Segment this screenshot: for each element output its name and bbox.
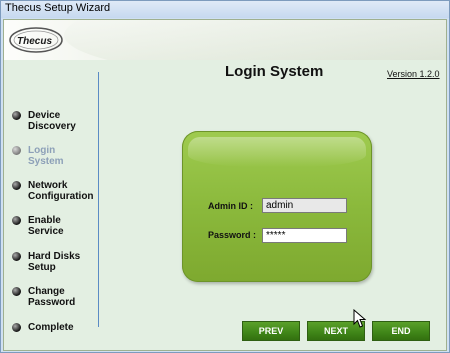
sidebar-item-label: Hard Disks Setup	[28, 251, 80, 273]
bullet-icon	[12, 146, 21, 155]
mouse-pointer-icon	[353, 309, 367, 328]
label-line-2: System	[28, 156, 64, 167]
bullet-icon	[12, 181, 21, 190]
label-line-2: Service	[28, 226, 64, 237]
password-label: Password :	[208, 230, 257, 240]
label-line-2: Password	[28, 297, 76, 308]
label-line-2: Setup	[28, 262, 56, 273]
version-link[interactable]: Version 1.2.0	[387, 69, 440, 79]
logo-text: Thecus	[17, 36, 53, 47]
sidebar-item-label: Change Password	[28, 286, 75, 308]
end-button[interactable]: END	[372, 321, 430, 341]
header-banner: Thecus	[4, 20, 446, 60]
label-line-1: Enable	[28, 215, 61, 226]
wizard-frame: Thecus Device Discovery Login System Net…	[3, 19, 447, 351]
label-line-1: Change	[28, 286, 65, 297]
sidebar-divider	[98, 72, 99, 327]
sidebar-item-label: Complete	[28, 322, 74, 333]
sidebar-item-label: Enable Service	[28, 215, 64, 237]
label-line-1: Login	[28, 145, 56, 156]
sidebar-item-label: Device Discovery	[28, 110, 76, 132]
prev-button[interactable]: PREV	[242, 321, 300, 341]
sidebar: Device Discovery Login System Network Co…	[4, 60, 99, 350]
label-line-1: Complete	[28, 322, 74, 333]
page-title: Login System	[225, 63, 324, 80]
label-line-2: Discovery	[28, 121, 76, 132]
label-line-1: Hard Disks	[28, 251, 81, 262]
window-title: Thecus Setup Wizard	[5, 2, 111, 14]
admin-id-field[interactable]: admin	[262, 198, 347, 213]
admin-id-label: Admin ID :	[208, 201, 253, 211]
bullet-icon	[12, 216, 21, 225]
password-field[interactable]: *****	[262, 228, 347, 243]
sidebar-item-label: Login System	[28, 145, 64, 167]
label-line-1: Network	[28, 180, 68, 191]
bullet-icon	[12, 111, 21, 120]
login-panel: Admin ID : admin Password : *****	[182, 131, 372, 282]
bullet-icon	[12, 252, 21, 261]
label-line-2: Configuration	[28, 191, 94, 202]
banner-sheen	[64, 20, 446, 60]
sidebar-item-label: Network Configuration	[28, 180, 94, 202]
label-line-1: Device	[28, 110, 61, 121]
bullet-icon	[12, 287, 21, 296]
setup-wizard-window: Thecus Setup Wizard Thecus Device Discov…	[0, 0, 450, 353]
bullet-icon	[12, 323, 21, 332]
title-bar[interactable]: Thecus Setup Wizard	[1, 1, 449, 18]
